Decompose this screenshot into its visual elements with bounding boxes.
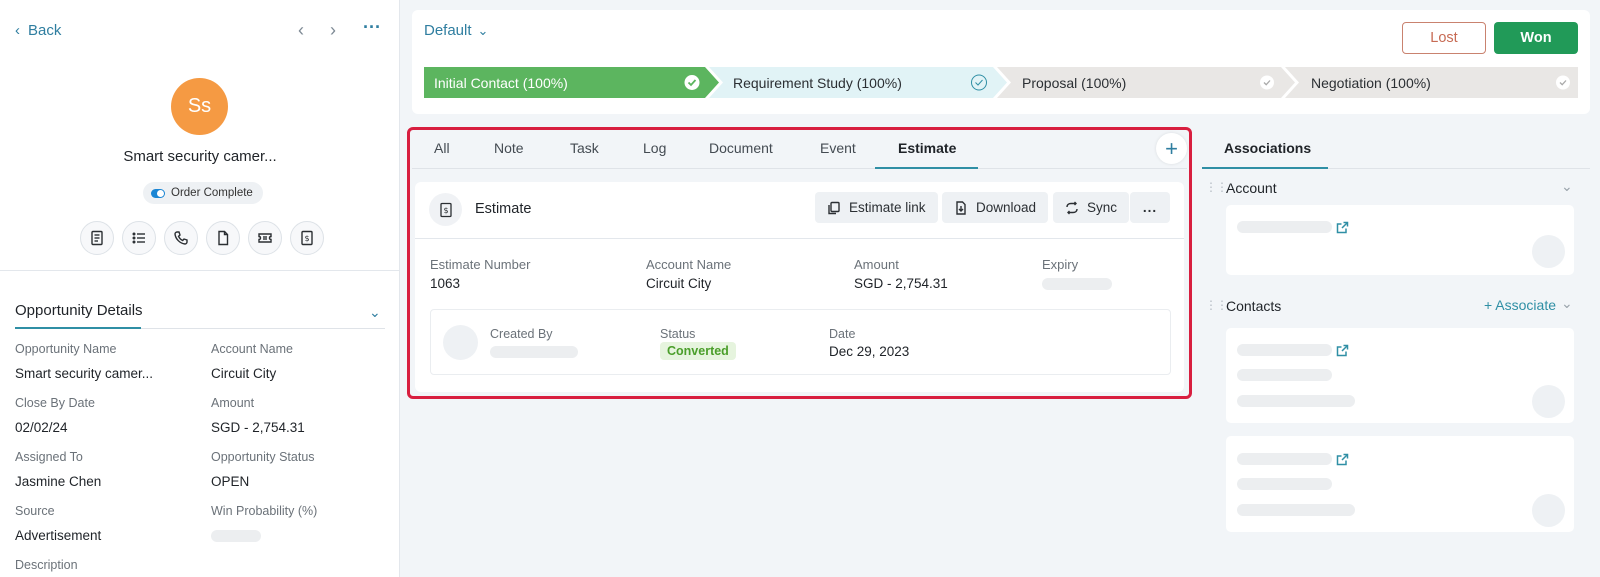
check-circle-icon — [1556, 75, 1570, 90]
document-icon — [218, 230, 229, 246]
field-label: Close By Date — [15, 396, 95, 410]
loading-placeholder — [1237, 453, 1332, 465]
stage-label: Proposal (100%) — [1022, 75, 1127, 91]
next-record-icon[interactable]: › — [330, 20, 336, 41]
associate-button[interactable]: + Associate — [1484, 297, 1556, 313]
call-action-button[interactable] — [164, 221, 198, 255]
chevron-left-icon: ‹ — [15, 22, 20, 39]
back-button[interactable]: ‹ Back — [15, 22, 61, 39]
loading-placeholder — [1237, 504, 1355, 516]
field-label: Amount — [211, 396, 255, 410]
check-circle-icon — [1260, 75, 1274, 90]
field-label: Opportunity Name — [15, 342, 117, 356]
toggle-icon — [151, 188, 165, 198]
loading-placeholder — [211, 530, 261, 542]
stage-label: Initial Contact (100%) — [434, 75, 568, 91]
loading-placeholder — [1237, 478, 1332, 490]
field-value: Jasmine Chen — [15, 474, 102, 489]
active-tab-indicator — [15, 327, 141, 329]
loading-placeholder — [1237, 344, 1332, 356]
drag-handle-icon[interactable]: ⋮⋮ — [1205, 298, 1228, 312]
lost-button[interactable]: Lost — [1402, 22, 1486, 54]
account-card — [1226, 205, 1574, 275]
avatar: Ss — [171, 78, 228, 135]
pipeline-name: Default — [424, 22, 472, 39]
field-value: 02/02/24 — [15, 420, 68, 435]
quick-actions: $ — [80, 221, 324, 255]
list-icon — [132, 232, 145, 244]
contacts-section-title: Contacts — [1226, 298, 1282, 314]
chevron-down-icon: ⌄ — [477, 22, 489, 38]
field-label: Win Probability (%) — [211, 504, 318, 518]
avatar-initials: Ss — [187, 95, 212, 117]
chevron-down-icon[interactable]: ⌄ — [1561, 178, 1573, 195]
field-value: SGD - 2,754.31 — [211, 420, 305, 435]
ticket-action-button[interactable] — [248, 221, 282, 255]
divider — [0, 270, 400, 271]
associations-tab[interactable]: Associations — [1224, 140, 1311, 156]
back-label: Back — [28, 22, 62, 39]
field-value: OPEN — [211, 474, 250, 489]
status-badge-label: Order Complete — [171, 187, 253, 199]
opportunity-title: Smart security camer... — [123, 148, 277, 165]
ticket-icon — [258, 233, 272, 243]
svg-text:$: $ — [304, 234, 309, 243]
won-button[interactable]: Won — [1494, 22, 1578, 54]
avatar-placeholder — [1532, 494, 1565, 527]
field-label: Source — [15, 504, 55, 518]
task-action-button[interactable] — [122, 221, 156, 255]
pipeline-selector[interactable]: Default ⌄ — [424, 22, 488, 39]
field-value: Advertisement — [15, 528, 102, 543]
estimate-action-button[interactable]: $ — [290, 221, 324, 255]
avatar-placeholder — [1532, 385, 1565, 418]
estimate-icon: $ — [301, 230, 313, 246]
field-label: Description — [15, 558, 78, 572]
status-badge: Order Complete — [143, 182, 263, 204]
stage-label: Requirement Study (100%) — [733, 75, 902, 91]
active-tab-indicator — [1202, 167, 1328, 169]
phone-icon — [174, 231, 188, 245]
field-label: Assigned To — [15, 450, 83, 464]
highlight-frame — [407, 127, 1192, 399]
field-value: Circuit City — [211, 366, 277, 381]
note-action-button[interactable] — [80, 221, 114, 255]
chevron-down-icon[interactable]: ⌄ — [1561, 295, 1573, 312]
chevron-down-icon[interactable]: ⌄ — [369, 304, 381, 321]
account-section-title: Account — [1226, 180, 1277, 196]
loading-placeholder — [1237, 395, 1355, 407]
avatar-placeholder — [1532, 235, 1565, 268]
more-options-icon[interactable]: ··· — [363, 17, 381, 38]
field-label: Account Name — [211, 342, 293, 356]
loading-placeholder — [1237, 221, 1332, 233]
loading-placeholder — [1237, 369, 1332, 381]
drag-handle-icon[interactable]: ⋮⋮ — [1205, 180, 1228, 194]
field-label: Opportunity Status — [211, 450, 315, 464]
stage-label: Negotiation (100%) — [1311, 75, 1431, 91]
check-circle-icon — [684, 75, 700, 90]
previous-record-icon[interactable]: ‹ — [298, 20, 304, 41]
external-link-icon[interactable] — [1336, 453, 1349, 471]
external-link-icon[interactable] — [1336, 344, 1349, 362]
field-value: Smart security camer... — [15, 366, 154, 381]
document-action-button[interactable] — [206, 221, 240, 255]
note-icon — [91, 230, 103, 246]
details-section-title[interactable]: Opportunity Details — [15, 302, 143, 319]
external-link-icon[interactable] — [1336, 221, 1349, 239]
